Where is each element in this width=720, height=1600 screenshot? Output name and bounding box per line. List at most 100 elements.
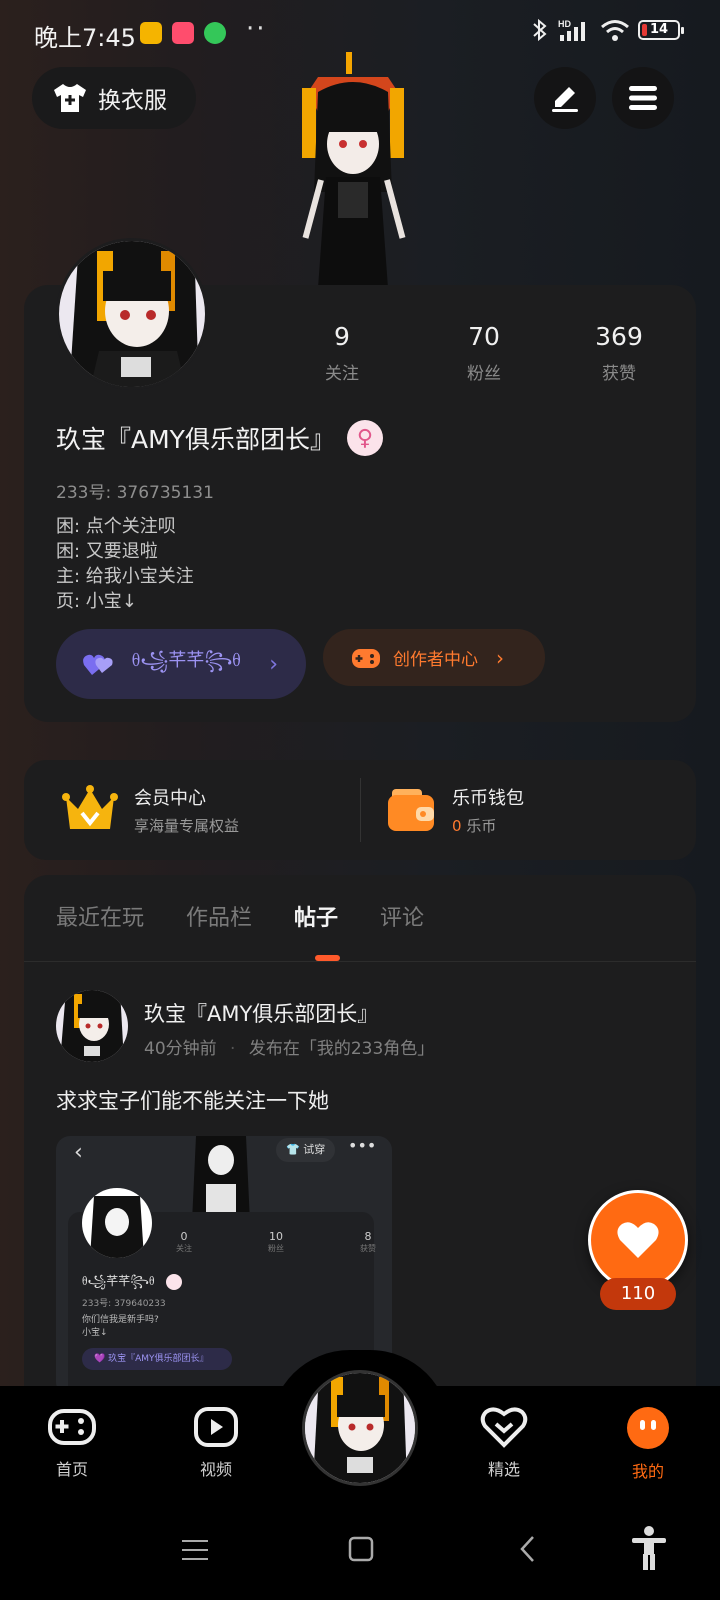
nav-label: 视频 — [199, 1460, 232, 1479]
embedded-stats: 0 关注 10 粉丝 8 获赞 — [176, 1230, 376, 1254]
signal-icon: HD — [558, 19, 585, 41]
embedded-id: 233号: 379640233 — [82, 1299, 166, 1309]
nav-label: 首页 — [55, 1460, 88, 1479]
post-meta: 40分钟前 · 发布在「我的233角色」 — [144, 1039, 435, 1059]
gamepad-plus-icon — [352, 648, 380, 668]
member-center-title: 会员中心 — [134, 788, 206, 809]
creator-center-button[interactable]: 创作者中心 › — [323, 629, 545, 686]
gamepad-icon — [48, 1409, 96, 1445]
content-tabs: 最近在玩 作品栏 帖子 评论 — [56, 900, 424, 932]
stat-value: 369 — [595, 322, 643, 351]
divider — [360, 778, 361, 842]
nav-featured[interactable]: 精选 — [454, 1406, 554, 1480]
chevron-right-icon: › — [269, 651, 278, 677]
profile-name-row: 玖宝『AMY俱乐部团长』 ♀ — [56, 420, 383, 456]
member-center-subtitle: 享海量专属权益 — [134, 817, 240, 835]
bio-line: 页: 小宝↓ — [56, 591, 137, 612]
tab-works[interactable]: 作品栏 — [186, 900, 252, 932]
bio-line: 主: 给我小宝关注 — [56, 566, 194, 587]
nav-label: 我的 — [631, 1462, 664, 1481]
vip-wallet-card: 会员中心 享海量专属权益 乐币钱包 0 乐币 — [24, 760, 696, 860]
like-count: 110 — [600, 1278, 676, 1310]
menu-icon — [629, 86, 657, 110]
back-icon[interactable] — [518, 1534, 536, 1564]
embedded-club-chip: 💜 玖宝『AMY俱乐部团长』 — [82, 1348, 232, 1370]
profile-name: 玖宝『AMY俱乐部团长』 — [56, 425, 335, 454]
wallet-title: 乐币钱包 — [452, 788, 524, 809]
app-notification-icon — [204, 22, 226, 44]
nav-me[interactable]: 我的 — [598, 1406, 698, 1482]
female-gender-icon — [166, 1274, 182, 1290]
wifi-icon — [601, 20, 629, 41]
try-on-label: 试穿 — [303, 1143, 326, 1156]
embedded-bio: 你们信我是新手吗? 小宝↓ — [82, 1314, 159, 1340]
nav-home[interactable]: 首页 — [22, 1406, 122, 1480]
crown-icon — [62, 785, 118, 829]
divider — [24, 961, 696, 962]
club-label: ᦲ꧁芊芊꧂ᦲ — [132, 649, 241, 671]
recent-apps-icon[interactable] — [182, 1538, 208, 1562]
stat-value: 8 — [364, 1230, 372, 1243]
edit-button[interactable] — [534, 67, 596, 129]
nav-video[interactable]: 视频 — [166, 1406, 266, 1480]
wallet-amount: 0 — [452, 817, 462, 835]
chevron-right-icon: › — [496, 645, 504, 670]
post-author-name[interactable]: 玖宝『AMY俱乐部团长』 — [144, 998, 378, 1028]
app-notification-icon — [172, 22, 194, 44]
stat-likes[interactable]: 369 获赞 — [559, 322, 679, 384]
post-location[interactable]: 发布在「我的233角色」 — [249, 1039, 434, 1059]
stat-following[interactable]: 9 关注 — [282, 322, 402, 384]
try-on-chip: 👕 试穿 — [276, 1138, 336, 1162]
embedded-avatar — [82, 1188, 152, 1258]
post-author-avatar[interactable] — [56, 990, 128, 1062]
pen-icon — [552, 87, 578, 112]
home-icon[interactable] — [348, 1536, 374, 1562]
stat-label: 获赞 — [602, 364, 636, 384]
wallet-icon — [388, 789, 434, 831]
stat-value: 9 — [334, 322, 350, 351]
bio-line: 小宝↓ — [82, 1328, 108, 1338]
stat-followers[interactable]: 70 粉丝 — [424, 322, 544, 384]
stat-value: 70 — [468, 322, 500, 351]
stat-label: 粉丝 — [467, 364, 501, 384]
stat-value: 0 — [180, 1230, 188, 1243]
status-time: 晚上7:45 — [34, 24, 136, 52]
like-button[interactable] — [588, 1190, 688, 1290]
nav-avatar-center[interactable] — [302, 1370, 418, 1486]
member-center[interactable]: 会员中心 享海量专属权益 — [62, 760, 239, 860]
back-icon: ‹ — [74, 1140, 83, 1165]
stat-value: 10 — [269, 1230, 283, 1243]
wallet-balance: 0 乐币 — [452, 815, 524, 836]
bluetooth-icon — [533, 18, 547, 42]
accessibility-icon[interactable] — [630, 1526, 668, 1570]
play-icon — [194, 1407, 238, 1447]
shirt-icon — [54, 84, 86, 112]
heart-badge-icon — [480, 1407, 528, 1448]
embedded-name: ᦲ꧁芊芊꧂ᦲ — [82, 1274, 155, 1288]
club-button[interactable]: ᦲ꧁芊芊꧂ᦲ › — [56, 629, 306, 699]
profile-bio: 困: 点个关注呗 困: 又要退啦 主: 给我小宝关注 页: 小宝↓ — [56, 514, 194, 614]
stat-label: 获赞 — [360, 1244, 376, 1253]
app-notification-icon — [140, 22, 162, 44]
tab-comments[interactable]: 评论 — [380, 900, 424, 932]
change-outfit-button[interactable]: 换衣服 — [32, 67, 196, 129]
tab-posts[interactable]: 帖子 — [294, 900, 338, 932]
bio-line: 困: 又要退啦 — [56, 541, 158, 562]
embedded-chip-label: 玖宝『AMY俱乐部团长』 — [108, 1354, 209, 1364]
menu-button[interactable] — [612, 67, 674, 129]
change-outfit-label: 换衣服 — [98, 88, 167, 114]
more-icon: ••• — [348, 1136, 377, 1155]
avatar-character-figure[interactable] — [288, 52, 418, 288]
system-nav-bar — [0, 1498, 720, 1600]
more-notifications-icon: ·· — [246, 14, 267, 44]
profile-avatar[interactable] — [56, 238, 208, 390]
bio-line: 你们信我是新手吗? — [82, 1315, 159, 1325]
double-heart-icon — [83, 654, 113, 675]
profile-id[interactable]: 233号: 376735131 — [56, 478, 214, 503]
wallet[interactable]: 乐币钱包 0 乐币 — [386, 760, 524, 860]
post-text: 求求宝子们能不能关注一下她 — [56, 1089, 329, 1113]
female-gender-icon: ♀ — [346, 420, 383, 456]
wallet-unit: 乐币 — [466, 817, 497, 835]
tab-recently-played[interactable]: 最近在玩 — [56, 900, 144, 932]
post-time: 40分钟前 — [144, 1039, 217, 1059]
